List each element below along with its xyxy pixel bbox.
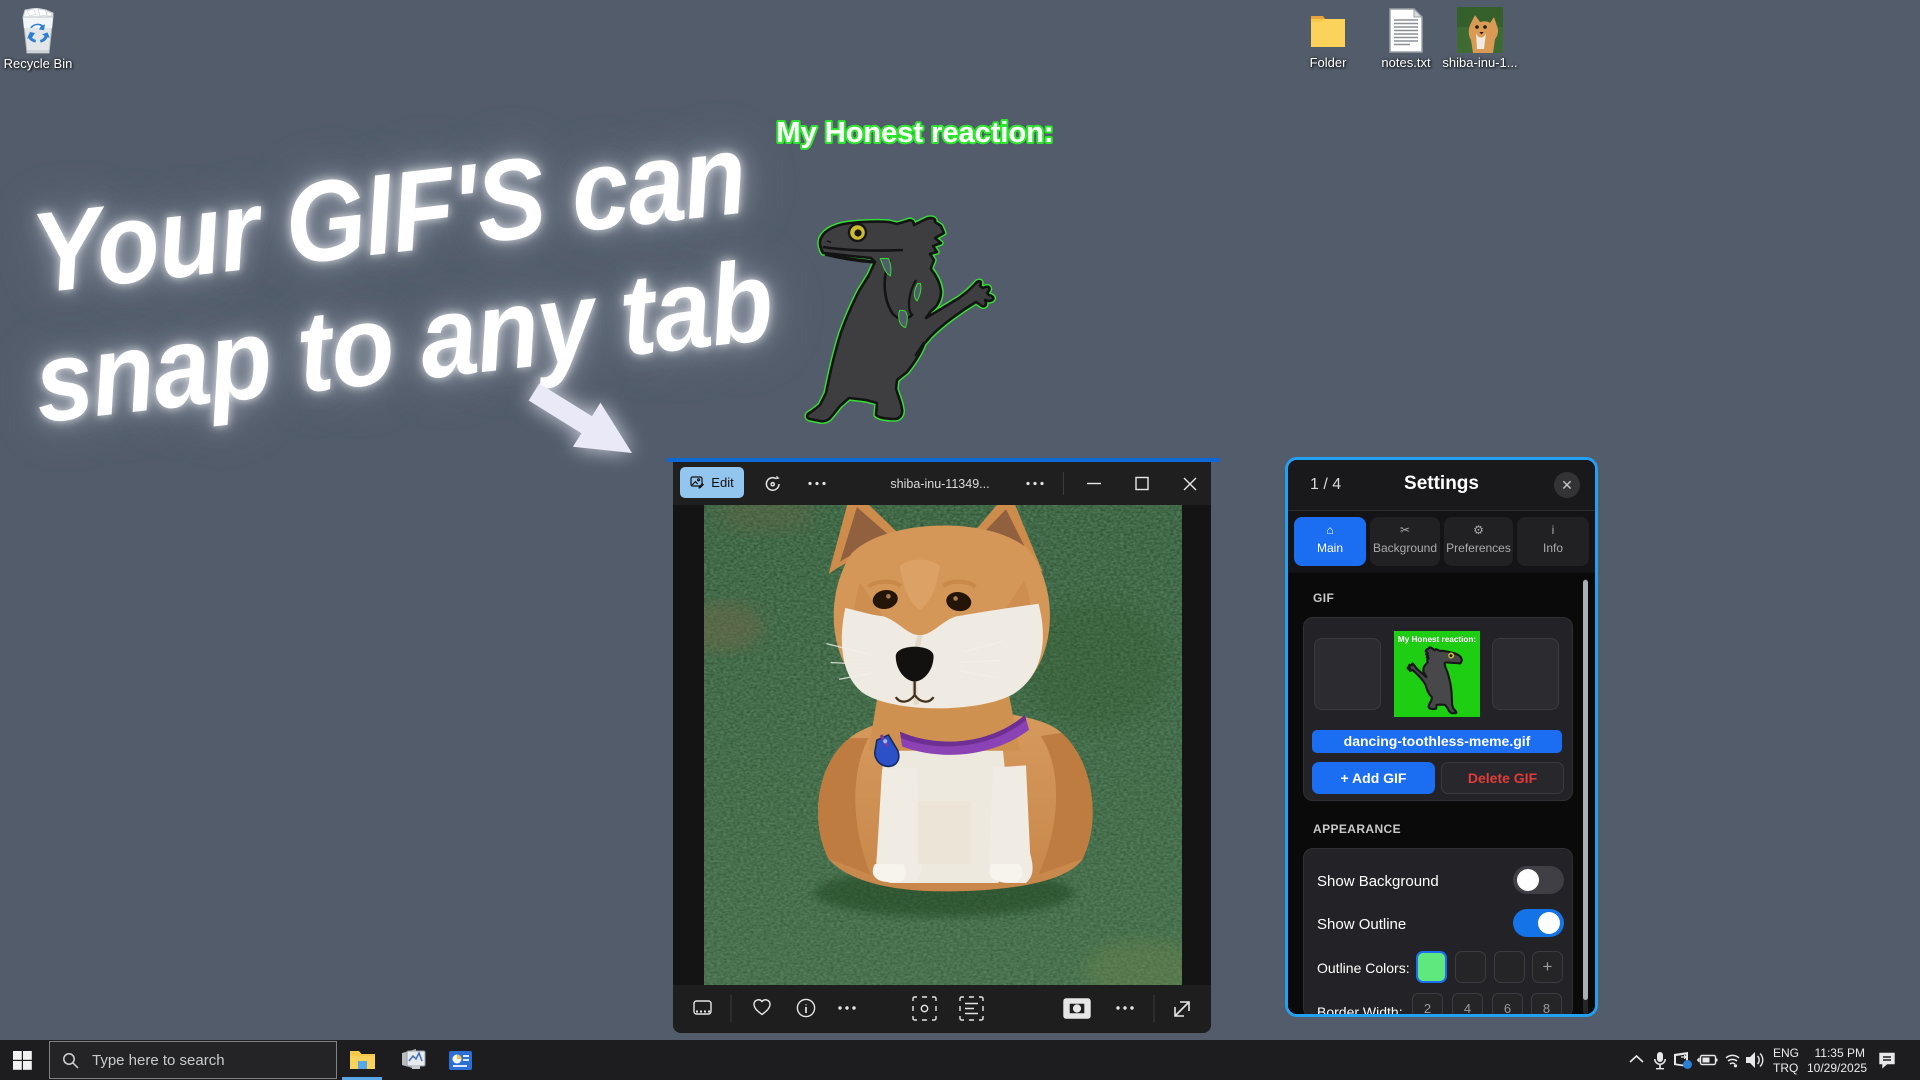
svg-text:My Honest reaction:: My Honest reaction:	[1398, 635, 1476, 644]
svg-text:My Honest reaction:: My Honest reaction:	[776, 117, 1053, 149]
